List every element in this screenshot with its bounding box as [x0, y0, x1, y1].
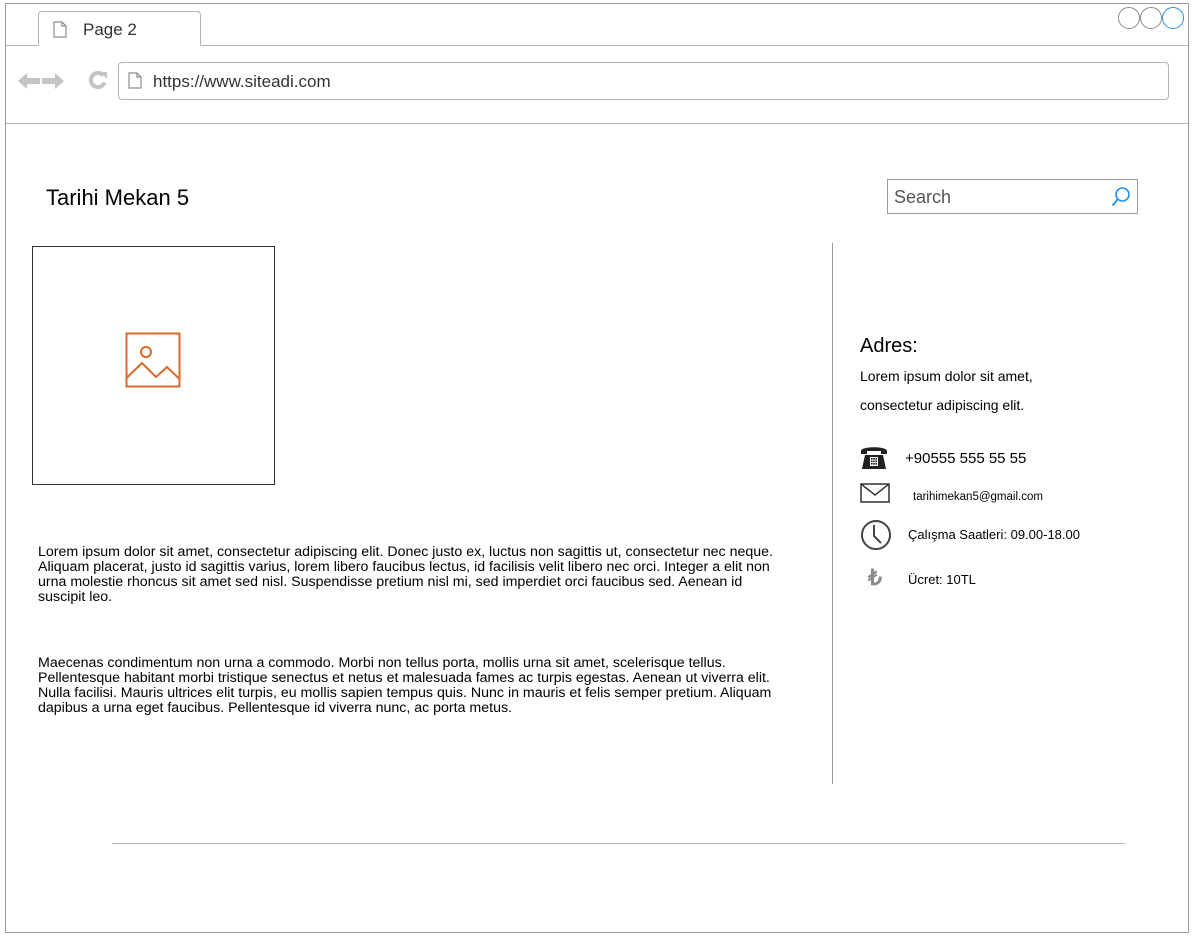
address-bar[interactable]: https://www.siteadi.com: [118, 62, 1169, 100]
envelope-icon: [860, 483, 890, 508]
clock-icon: [860, 519, 892, 556]
opening-hours: Çalışma Saatleri: 09.00-18.00: [908, 527, 1080, 542]
close-button[interactable]: [1162, 7, 1184, 29]
address-line: Lorem ipsum dolor sit amet,: [860, 368, 1033, 384]
tab-page-2[interactable]: Page 2: [38, 11, 201, 46]
vertical-divider: [832, 243, 833, 784]
back-arrow-icon[interactable]: [18, 73, 40, 94]
lira-icon: ₺: [868, 565, 882, 590]
image-icon: [125, 332, 181, 393]
tab-strip: Page 2: [6, 4, 1188, 46]
tab-label: Page 2: [83, 20, 137, 39]
phone-icon: [860, 444, 888, 475]
entry-price: Ücret: 10TL: [908, 572, 976, 587]
reload-icon[interactable]: [88, 70, 108, 95]
email-address: tarihimekan5@gmail.com: [913, 491, 1043, 503]
navigation-bar: https://www.siteadi.com: [6, 46, 1188, 124]
document-icon: [128, 72, 142, 94]
page-title: Tarihi Mekan 5: [46, 185, 190, 210]
url-text: https://www.siteadi.com: [153, 72, 331, 91]
search-input[interactable]: [894, 185, 1104, 209]
address-line: consectetur adipiscing elit.: [860, 397, 1025, 413]
maximize-button[interactable]: [1140, 7, 1162, 29]
footer-divider: [112, 843, 1125, 844]
image-placeholder: [32, 246, 275, 485]
body-paragraph: Maecenas condimentum non urna a commodo.…: [38, 655, 772, 716]
minimize-button[interactable]: [1118, 7, 1140, 29]
search-box[interactable]: [887, 179, 1138, 214]
forward-arrow-icon[interactable]: [42, 73, 64, 94]
address-heading: Adres:: [860, 335, 918, 357]
search-icon[interactable]: [1111, 186, 1131, 213]
body-paragraph: Lorem ipsum dolor sit amet, consectetur …: [38, 544, 773, 605]
phone-number: +90555 555 55 55: [905, 450, 1027, 467]
window-controls: [1118, 7, 1184, 29]
document-icon: [53, 21, 67, 43]
